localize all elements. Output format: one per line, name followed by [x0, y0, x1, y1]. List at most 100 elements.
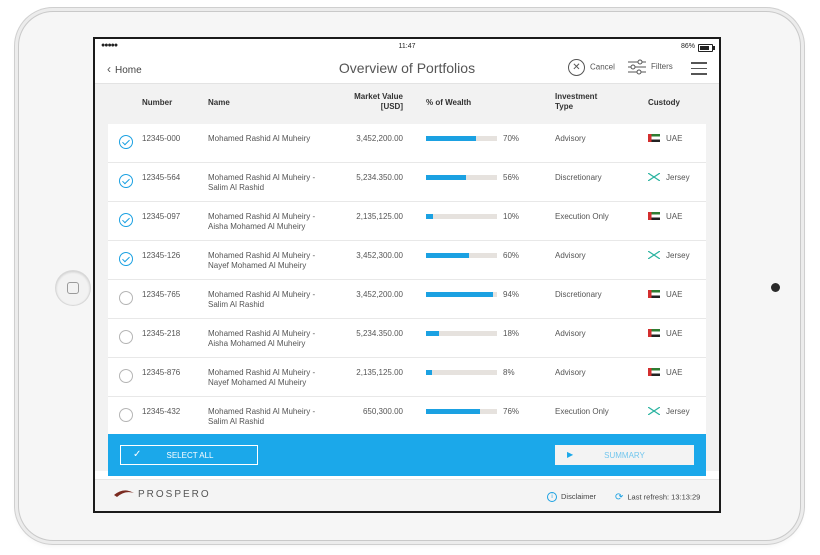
hamburger-menu-icon[interactable] [691, 62, 707, 75]
info-icon: i [547, 492, 557, 503]
portfolio-name: Mohamed Rashid Al Muheiry - Salim Al Rash… [208, 407, 338, 427]
row-checkbox[interactable] [119, 213, 133, 227]
wealth-bar-fill [426, 409, 480, 414]
header-number: Number [142, 98, 173, 107]
action-bar: ✓ SELECT ALL ▶ SUMMARY [108, 434, 706, 476]
portfolio-number: 12345-000 [142, 134, 181, 143]
footer: PROSPERO i Disclaimer ⟳ Last refresh: 13:1… [95, 479, 719, 511]
header-custody: Custody [648, 98, 680, 107]
cancel-button[interactable]: ✕ Cancel [568, 59, 615, 76]
table-row[interactable]: 12345-564 Mohamed Rashid Al Muheiry - Sali… [108, 163, 706, 202]
header-investment-type: Investment Type [555, 92, 597, 112]
investment-type: Advisory [555, 329, 586, 338]
uae-flag-icon [648, 368, 660, 376]
row-checkbox[interactable] [119, 369, 133, 383]
market-value: 5,234.350.00 [356, 173, 403, 182]
jersey-flag-icon [647, 172, 661, 182]
header-market-value: Market Value [USD] [343, 92, 403, 112]
custody-location: UAE [666, 290, 683, 299]
uae-flag-icon [648, 290, 660, 298]
custody-location: Jersey [666, 251, 690, 260]
wealth-bar-fill [426, 253, 469, 258]
custody-location: UAE [666, 212, 683, 221]
portfolio-name-line1: Mohamed Rashid Al Muheiry - [208, 212, 316, 221]
status-time: 11:47 [398, 43, 416, 50]
row-checkbox[interactable] [119, 291, 133, 305]
battery-percent: 86% [680, 43, 695, 50]
header-market-value-line2: [USD] [380, 102, 403, 111]
table-row[interactable]: 12345-000 Mohamed Rashid Al Muheiry 3,452,… [108, 124, 706, 163]
row-checkbox[interactable] [119, 252, 133, 266]
portfolio-number: 12345-432 [142, 407, 181, 416]
portfolio-name-line2: Aisha Mohamed Al Muheiry [208, 339, 306, 348]
disclaimer-link[interactable]: i Disclaimer [547, 492, 597, 503]
wealth-percent: 8% [503, 368, 515, 377]
wealth-bar [426, 136, 497, 141]
portfolio-table-area: Number Name Market Value [USD] % of Weal… [95, 84, 719, 476]
portfolio-name-line2: Salim Al Rashid [208, 417, 265, 426]
investment-type: Execution Only [555, 212, 609, 221]
disclaimer-label: Disclaimer [561, 492, 597, 501]
header-market-value-line1: Market Value [354, 92, 403, 101]
row-checkbox[interactable] [119, 174, 133, 188]
table-row[interactable]: 12345-097 Mohamed Rashid Al Muheiry - Aish… [108, 202, 706, 241]
investment-type: Advisory [555, 368, 586, 377]
uae-flag-icon [648, 329, 660, 337]
custody-location: Jersey [666, 173, 690, 182]
portfolio-name-line1: Mohamed Rashid Al Muheiry - [208, 407, 316, 416]
sliders-icon [628, 59, 646, 75]
row-checkbox[interactable] [119, 135, 133, 149]
table-row[interactable]: 12345-126 Mohamed Rashid Al Muheiry - Naye… [108, 241, 706, 280]
market-value: 650,300.00 [362, 407, 403, 416]
app-screen: ●●●●● 11:47 86% ‹ Home Overview of Portfo… [93, 37, 721, 513]
row-checkbox[interactable] [119, 408, 133, 422]
table-row[interactable]: 12345-876 Mohamed Rashid Al Muheiry - Naye… [108, 358, 706, 397]
portfolio-name: Mohamed Rashid Al Muheiry - Nayef Mohamed… [208, 251, 338, 271]
page-title: Overview of Portfolios [338, 60, 476, 76]
nav-bar: ‹ Home Overview of Portfolios ✕ Cancel Fil… [95, 55, 719, 84]
portfolio-name-line1: Mohamed Rashid Al Muheiry - [208, 173, 316, 182]
logo-text: PROSPERO [138, 489, 211, 500]
uae-flag-icon [648, 134, 660, 142]
wealth-percent: 60% [503, 251, 520, 260]
wealth-bar-fill [426, 370, 432, 375]
wealth-bar-fill [426, 175, 466, 180]
select-all-label: SELECT ALL [166, 451, 214, 460]
header-name: Name [208, 98, 230, 107]
portfolio-number: 12345-126 [142, 251, 181, 260]
portfolio-name: Mohamed Rashid Al Muheiry - Nayef Mohamed… [208, 368, 338, 388]
market-value: 3,452,300.00 [356, 251, 403, 260]
battery-icon [698, 44, 715, 52]
investment-type: Discretionary [555, 290, 602, 299]
portfolio-name-line2: Aisha Mohamed Al Muheiry [208, 222, 306, 231]
custody-location: UAE [666, 134, 683, 143]
cancel-label: Cancel [590, 62, 615, 72]
portfolio-name-line1: Mohamed Rashid Al Muheiry - [208, 329, 316, 338]
wealth-bar [426, 175, 497, 180]
select-all-button[interactable]: ✓ SELECT ALL [120, 445, 258, 465]
market-value: 5,234.350.00 [356, 329, 403, 338]
logo-mark-icon [114, 490, 134, 498]
market-value: 3,452,200.00 [356, 290, 403, 299]
market-value: 2,135,125.00 [356, 212, 403, 221]
investment-type: Advisory [555, 134, 586, 143]
table-row[interactable]: 12345-218 Mohamed Rashid Al Muheiry - Aish… [108, 319, 706, 358]
home-button[interactable] [56, 271, 90, 305]
tablet-frame: ●●●●● 11:47 86% ‹ Home Overview of Portfo… [19, 12, 800, 540]
portfolio-name-line2: Nayef Mohamed Al Muheiry [208, 261, 307, 270]
summary-button[interactable]: ▶ SUMMARY [555, 445, 694, 465]
filters-button[interactable]: Filters [628, 59, 673, 75]
portfolio-name-line1: Mohamed Rashid Al Muheiry - [208, 251, 316, 260]
table-row[interactable]: 12345-765 Mohamed Rashid Al Muheiry - Sali… [108, 280, 706, 319]
portfolio-name-line2: Salim Al Rashid [208, 300, 265, 309]
refresh-button[interactable]: ⟳ Last refresh: 13:13:29 [615, 492, 700, 503]
status-bar: ●●●●● 11:47 86% [95, 39, 719, 55]
portfolio-name-line1: Mohamed Rashid Al Muheiry - [208, 368, 316, 377]
table-row[interactable]: 12345-432 Mohamed Rashid Al Muheiry - Sali… [108, 397, 706, 436]
portfolio-name: Mohamed Rashid Al Muheiry - Aisha Mohamed… [208, 329, 338, 349]
row-checkbox[interactable] [119, 330, 133, 344]
portfolio-name: Mohamed Rashid Al Muheiry - Salim Al Rash… [208, 290, 338, 310]
wealth-percent: 18% [503, 329, 520, 338]
filters-label: Filters [651, 62, 673, 72]
portfolio-number: 12345-765 [142, 290, 181, 299]
